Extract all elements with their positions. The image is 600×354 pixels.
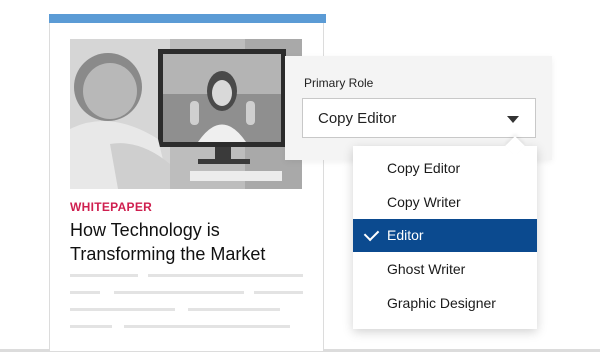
role-options-dropdown: Copy Editor Copy Writer Editor Ghost Wri… bbox=[353, 136, 537, 329]
role-option-graphic-designer[interactable]: Graphic Designer bbox=[353, 287, 537, 319]
role-option-copy-writer[interactable]: Copy Writer bbox=[353, 186, 537, 218]
primary-role-select[interactable]: Copy Editor bbox=[302, 98, 536, 138]
role-option-ghost-writer[interactable]: Ghost Writer bbox=[353, 253, 537, 285]
text-placeholder bbox=[70, 291, 100, 294]
card-image bbox=[70, 39, 302, 189]
text-placeholder bbox=[124, 325, 290, 328]
text-placeholder bbox=[70, 325, 112, 328]
primary-role-label: Primary Role bbox=[304, 76, 374, 90]
text-placeholder bbox=[148, 274, 303, 277]
card-top-bar bbox=[49, 14, 326, 23]
content-type-label: WHITEPAPER bbox=[70, 200, 153, 214]
check-icon bbox=[363, 225, 380, 242]
chevron-down-icon bbox=[507, 116, 519, 123]
text-placeholder bbox=[188, 308, 280, 311]
role-option-editor[interactable]: Editor bbox=[353, 219, 537, 252]
role-option-copy-editor[interactable]: Copy Editor bbox=[353, 152, 537, 184]
whitepaper-card[interactable]: WHITEPAPER How Technology is Transformin… bbox=[49, 14, 326, 351]
primary-role-selected-value: Copy Editor bbox=[318, 110, 397, 127]
text-placeholder bbox=[254, 291, 303, 294]
card-title-line-2: Transforming the Market bbox=[70, 244, 266, 264]
text-placeholder bbox=[114, 291, 244, 294]
card-title[interactable]: How Technology is Transforming the Marke… bbox=[70, 218, 310, 266]
text-placeholder bbox=[70, 274, 138, 277]
text-placeholder bbox=[70, 308, 175, 311]
card-title-line-1: How Technology is bbox=[70, 220, 220, 240]
